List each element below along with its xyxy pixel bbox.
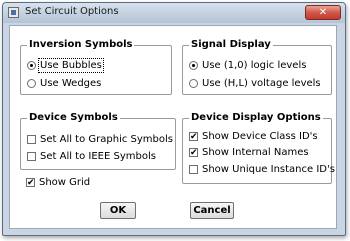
show-grid-checkbox[interactable]: ✔ Show Grid (26, 176, 90, 189)
radio-selected-icon (27, 61, 36, 70)
checkmark-icon: ✔ (26, 178, 35, 188)
ieee-symbols-checkbox[interactable]: Set All to IEEE Symbols (27, 150, 156, 163)
radio-unselected-icon (27, 79, 36, 88)
checkmark-icon: ✔ (189, 148, 198, 158)
radio-unselected-icon (189, 79, 198, 88)
app-icon (8, 7, 19, 18)
checkbox-unchecked-icon (27, 152, 36, 161)
checkmark-icon: ✔ (189, 132, 198, 142)
inversion-symbols-group: Inversion Symbols Use Bubbles Use Wedges (20, 38, 172, 95)
checkbox-unchecked-icon (27, 135, 36, 144)
device-symbols-title: Device Symbols (27, 111, 120, 125)
title-bar[interactable]: Set Circuit Options ✕ (3, 3, 345, 23)
dialog-client-area: Inversion Symbols Use Bubbles Use Wedges… (9, 25, 337, 229)
window-title: Set Circuit Options (25, 6, 119, 17)
logic-levels-radio[interactable]: Use (1,0) logic levels (189, 59, 306, 72)
use-wedges-radio[interactable]: Use Wedges (27, 77, 101, 90)
device-display-options-title: Device Display Options (189, 111, 323, 125)
cancel-button[interactable]: Cancel (190, 202, 234, 219)
voltage-levels-radio[interactable]: Use (H,L) voltage levels (189, 77, 321, 90)
signal-display-group: Signal Display Use (1,0) logic levels Us… (182, 38, 332, 95)
signal-display-title: Signal Display (189, 38, 273, 52)
device-symbols-group: Device Symbols Set All to Graphic Symbol… (20, 111, 176, 170)
inversion-symbols-title: Inversion Symbols (27, 38, 135, 52)
show-unique-ids-checkbox[interactable]: Show Unique Instance ID's (189, 163, 335, 176)
dialog-window: Set Circuit Options ✕ Inversion Symbols … (2, 2, 346, 236)
use-bubbles-radio[interactable]: Use Bubbles (27, 58, 104, 73)
checkbox-unchecked-icon (189, 165, 198, 174)
show-class-ids-checkbox[interactable]: ✔ Show Device Class ID's (189, 130, 318, 143)
ok-button[interactable]: OK (100, 202, 136, 219)
device-display-options-group: Device Display Options ✔ Show Device Cla… (182, 111, 335, 184)
close-button[interactable]: ✕ (305, 5, 341, 20)
graphic-symbols-checkbox[interactable]: Set All to Graphic Symbols (27, 133, 173, 146)
radio-selected-icon (189, 61, 198, 70)
show-internal-names-checkbox[interactable]: ✔ Show Internal Names (189, 146, 309, 159)
